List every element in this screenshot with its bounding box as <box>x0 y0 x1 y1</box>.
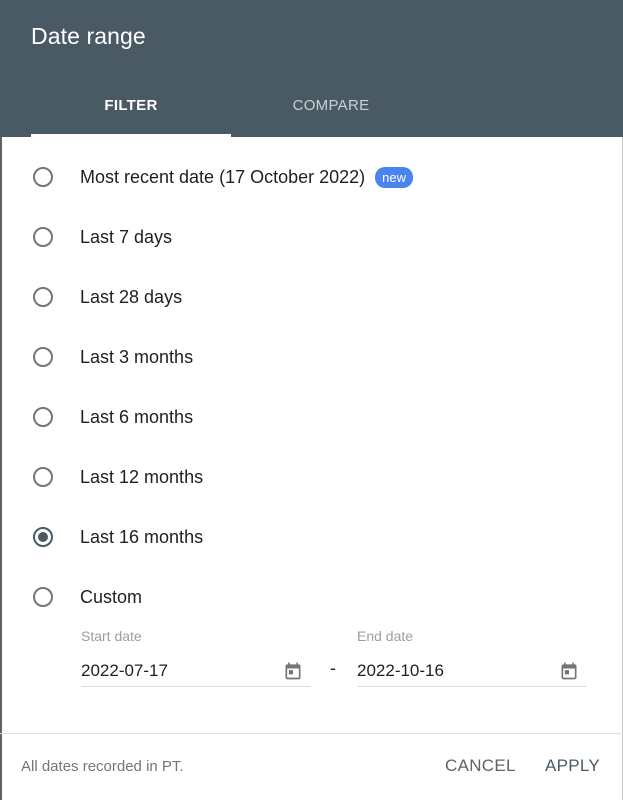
apply-button[interactable]: APPLY <box>545 756 600 776</box>
radio-icon[interactable] <box>33 227 53 247</box>
date-separator: - <box>330 658 336 678</box>
start-date-label: Start date <box>81 628 142 644</box>
radio-icon[interactable] <box>33 407 53 427</box>
start-date-field[interactable]: 2022-07-17 <box>81 655 311 687</box>
calendar-icon[interactable] <box>283 661 303 681</box>
dialog-header: Date range FILTER COMPARE <box>0 0 623 137</box>
end-date-value[interactable]: 2022-10-16 <box>357 661 444 681</box>
tab-compare[interactable]: COMPARE <box>231 97 431 114</box>
dialog-title: Date range <box>31 23 146 49</box>
option-label: Last 12 months <box>80 466 204 487</box>
cancel-button[interactable]: CANCEL <box>445 756 516 776</box>
option-last-16-months[interactable]: Last 16 months <box>33 524 203 550</box>
option-last-28-days[interactable]: Last 28 days <box>33 284 182 310</box>
radio-icon[interactable] <box>33 587 53 607</box>
option-custom[interactable]: Custom <box>33 584 142 610</box>
end-date-label: End date <box>357 628 414 644</box>
tab-filter[interactable]: FILTER <box>31 97 231 114</box>
start-date-value[interactable]: 2022-07-17 <box>81 661 168 681</box>
radio-icon[interactable] <box>33 287 53 307</box>
radio-checked-icon[interactable] <box>33 527 53 547</box>
option-last-3-months[interactable]: Last 3 months <box>33 344 193 370</box>
option-label: Last 3 months <box>80 346 194 367</box>
radio-icon[interactable] <box>33 347 53 367</box>
radio-icon[interactable] <box>33 467 53 487</box>
active-tab-indicator <box>31 134 231 137</box>
option-last-12-months[interactable]: Last 12 months <box>33 464 203 490</box>
option-label: Last 28 days <box>80 286 183 307</box>
new-badge: new <box>375 166 414 188</box>
end-date-field[interactable]: 2022-10-16 <box>357 655 587 687</box>
option-label: Custom <box>80 586 143 607</box>
radio-icon[interactable] <box>33 167 53 187</box>
option-last-6-months[interactable]: Last 6 months <box>33 404 193 430</box>
option-label: Last 16 months <box>80 526 204 547</box>
option-label: Last 7 days <box>80 226 173 247</box>
timezone-note: All dates recorded in PT. <box>21 758 184 775</box>
option-label: Most recent date (17 October 2022) <box>80 166 366 187</box>
calendar-icon[interactable] <box>559 661 579 681</box>
option-label: Last 6 months <box>80 406 194 427</box>
footer-divider <box>0 733 623 734</box>
option-most-recent-date[interactable]: Most recent date (17 October 2022) new <box>33 164 414 190</box>
option-last-7-days[interactable]: Last 7 days <box>33 224 172 250</box>
